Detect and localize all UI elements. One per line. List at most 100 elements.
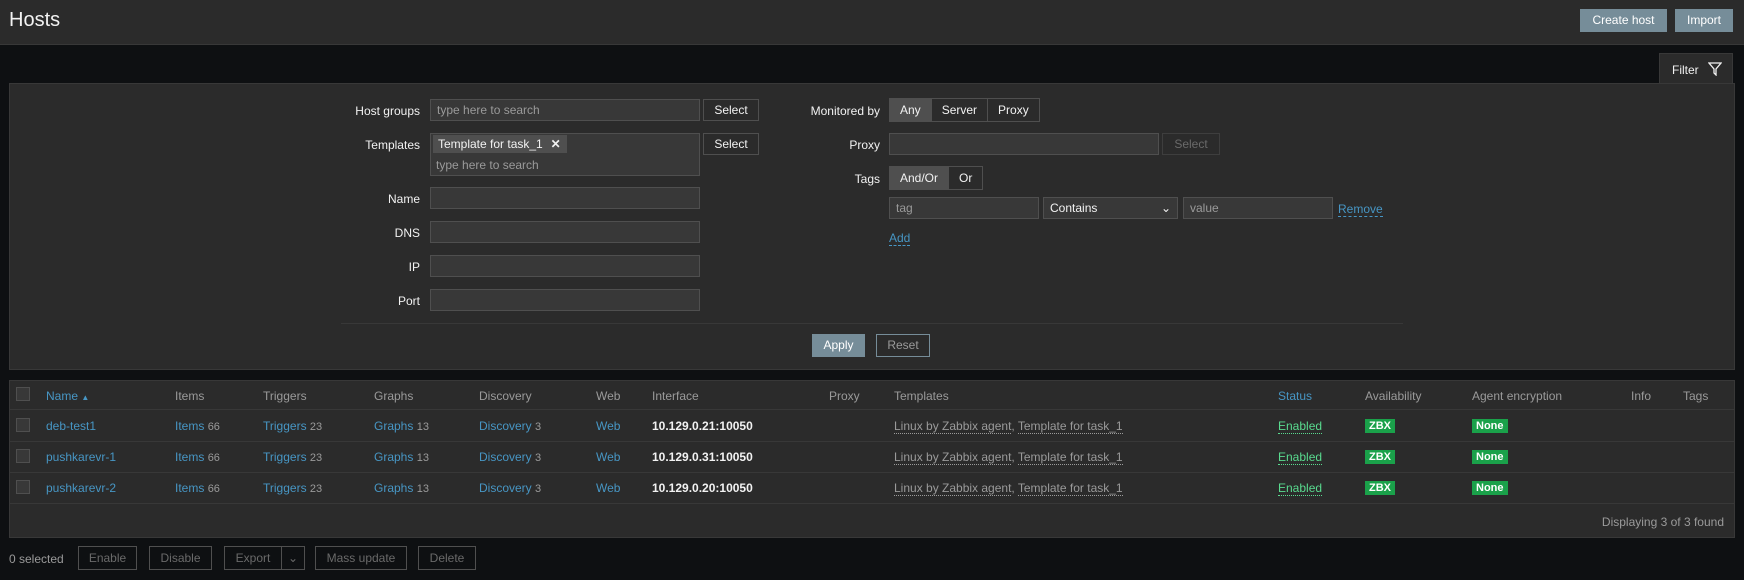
- monitored-by-server[interactable]: Server: [931, 99, 989, 121]
- discovery-link[interactable]: Discovery: [479, 450, 532, 464]
- reset-button[interactable]: Reset: [876, 334, 930, 357]
- template-link[interactable]: Linux by Zabbix agent: [894, 450, 1012, 465]
- export-dropdown[interactable]: ⌄: [281, 546, 305, 570]
- row-checkbox[interactable]: [16, 418, 30, 432]
- export-button[interactable]: Export: [224, 546, 282, 570]
- discovery-link[interactable]: Discovery: [479, 481, 532, 495]
- dns-input[interactable]: [430, 221, 700, 243]
- select-all-checkbox[interactable]: [16, 387, 30, 401]
- monitored-by-any[interactable]: Any: [890, 99, 932, 121]
- port-label: Port: [397, 294, 420, 308]
- name-label: Name: [387, 192, 420, 206]
- host-name-link[interactable]: deb-test1: [46, 419, 96, 433]
- tag-input[interactable]: tag: [889, 197, 1039, 219]
- templates-search-placeholder[interactable]: type here to search: [436, 158, 539, 172]
- column-web: Web: [596, 389, 621, 403]
- close-icon[interactable]: ✕: [551, 135, 561, 153]
- template-link[interactable]: Linux by Zabbix agent: [894, 419, 1012, 434]
- ip-input[interactable]: [430, 255, 700, 277]
- page-title: Hosts: [9, 9, 61, 31]
- column-triggers: Triggers: [263, 389, 307, 403]
- column-items: Items: [175, 389, 205, 403]
- interface-value: 10.129.0.20:10050: [652, 481, 753, 495]
- items-link[interactable]: Items: [175, 481, 204, 495]
- status-toggle[interactable]: Enabled: [1278, 419, 1323, 434]
- column-discovery: Discovery: [479, 389, 532, 403]
- apply-button[interactable]: Apply: [812, 334, 865, 357]
- proxy-select-button[interactable]: Select: [1162, 133, 1220, 155]
- add-tag-link[interactable]: Add: [889, 231, 911, 246]
- tags-or[interactable]: Or: [949, 167, 983, 189]
- selected-count: 0 selected: [9, 552, 64, 566]
- availability-badge: ZBX: [1365, 481, 1395, 495]
- encryption-badge: None: [1472, 450, 1508, 464]
- monitored-by-label: Monitored by: [810, 104, 880, 118]
- template-link[interactable]: Template for task_1: [1017, 481, 1123, 496]
- disable-button[interactable]: Disable: [149, 546, 212, 570]
- status-toggle[interactable]: Enabled: [1278, 450, 1323, 465]
- host-groups-select-button[interactable]: Select: [703, 99, 759, 121]
- triggers-link[interactable]: Triggers: [263, 419, 307, 433]
- table-row: pushkarevr-2 Items 66 Triggers 23 Graphs…: [10, 472, 1734, 504]
- chevron-down-icon: ⌄: [287, 551, 299, 565]
- graphs-link[interactable]: Graphs: [374, 419, 413, 433]
- delete-button[interactable]: Delete: [418, 546, 476, 570]
- create-host-button[interactable]: Create host: [1580, 9, 1667, 32]
- mass-update-button[interactable]: Mass update: [315, 546, 407, 570]
- template-link[interactable]: Template for task_1: [1017, 419, 1123, 434]
- table-row: deb-test1 Items 66 Triggers 23 Graphs 13…: [10, 410, 1734, 442]
- column-name-label: Name: [46, 389, 79, 403]
- graphs-link[interactable]: Graphs: [374, 450, 413, 464]
- monitored-by-segmented: Any Server Proxy: [889, 98, 1040, 122]
- web-link[interactable]: Web: [596, 481, 620, 495]
- tag-value-input[interactable]: value: [1183, 197, 1333, 219]
- items-link[interactable]: Items: [175, 450, 204, 464]
- filter-icon: [1708, 62, 1722, 76]
- page-header: Hosts Create host Import: [0, 0, 1744, 45]
- host-name-link[interactable]: pushkarevr-2: [46, 481, 116, 495]
- proxy-input[interactable]: [889, 133, 1159, 155]
- tag-operator-select[interactable]: Contains ⌄: [1043, 197, 1178, 219]
- availability-badge: ZBX: [1365, 419, 1395, 433]
- name-input[interactable]: [430, 187, 700, 209]
- items-count: 66: [207, 421, 220, 433]
- tags-operator-segmented: And/Or Or: [889, 166, 984, 190]
- tag-operator-value: Contains: [1050, 201, 1098, 215]
- templates-select-button[interactable]: Select: [703, 133, 759, 155]
- web-link[interactable]: Web: [596, 419, 620, 433]
- template-link[interactable]: Linux by Zabbix agent: [894, 481, 1012, 496]
- interface-value: 10.129.0.21:10050: [652, 419, 753, 433]
- port-input[interactable]: [430, 289, 700, 311]
- items-link[interactable]: Items: [175, 419, 204, 433]
- table-footer-count: Displaying 3 of 3 found: [1601, 515, 1724, 529]
- web-link[interactable]: Web: [596, 450, 620, 464]
- templates-label: Templates: [365, 138, 420, 152]
- column-agent-encryption: Agent encryption: [1472, 389, 1563, 403]
- import-button[interactable]: Import: [1675, 9, 1733, 32]
- triggers-count: 23: [309, 452, 323, 464]
- hosts-table: Name ▲ Items Triggers Graphs Discovery W…: [9, 380, 1735, 538]
- column-name[interactable]: Name ▲: [46, 389, 89, 403]
- sort-asc-icon: ▲: [81, 393, 90, 402]
- enable-button[interactable]: Enable: [78, 546, 137, 570]
- dns-label: DNS: [394, 226, 420, 240]
- triggers-link[interactable]: Triggers: [263, 481, 307, 495]
- proxy-label: Proxy: [849, 138, 880, 152]
- monitored-by-proxy[interactable]: Proxy: [988, 99, 1039, 121]
- column-templates: Templates: [894, 389, 949, 403]
- triggers-link[interactable]: Triggers: [263, 450, 307, 464]
- tags-and-or[interactable]: And/Or: [890, 167, 950, 189]
- template-link[interactable]: Template for task_1: [1017, 450, 1123, 465]
- remove-tag-link[interactable]: Remove: [1338, 202, 1383, 217]
- discovery-link[interactable]: Discovery: [479, 419, 532, 433]
- column-status[interactable]: Status: [1278, 389, 1312, 403]
- filter-tab[interactable]: Filter: [1659, 53, 1733, 84]
- host-name-link[interactable]: pushkarevr-1: [46, 450, 116, 464]
- graphs-count: 13: [416, 421, 429, 433]
- row-checkbox[interactable]: [16, 480, 30, 494]
- status-toggle[interactable]: Enabled: [1278, 481, 1323, 496]
- host-groups-input[interactable]: type here to search: [430, 99, 700, 121]
- tags-label: Tags: [854, 172, 880, 186]
- graphs-link[interactable]: Graphs: [374, 481, 413, 495]
- row-checkbox[interactable]: [16, 449, 30, 463]
